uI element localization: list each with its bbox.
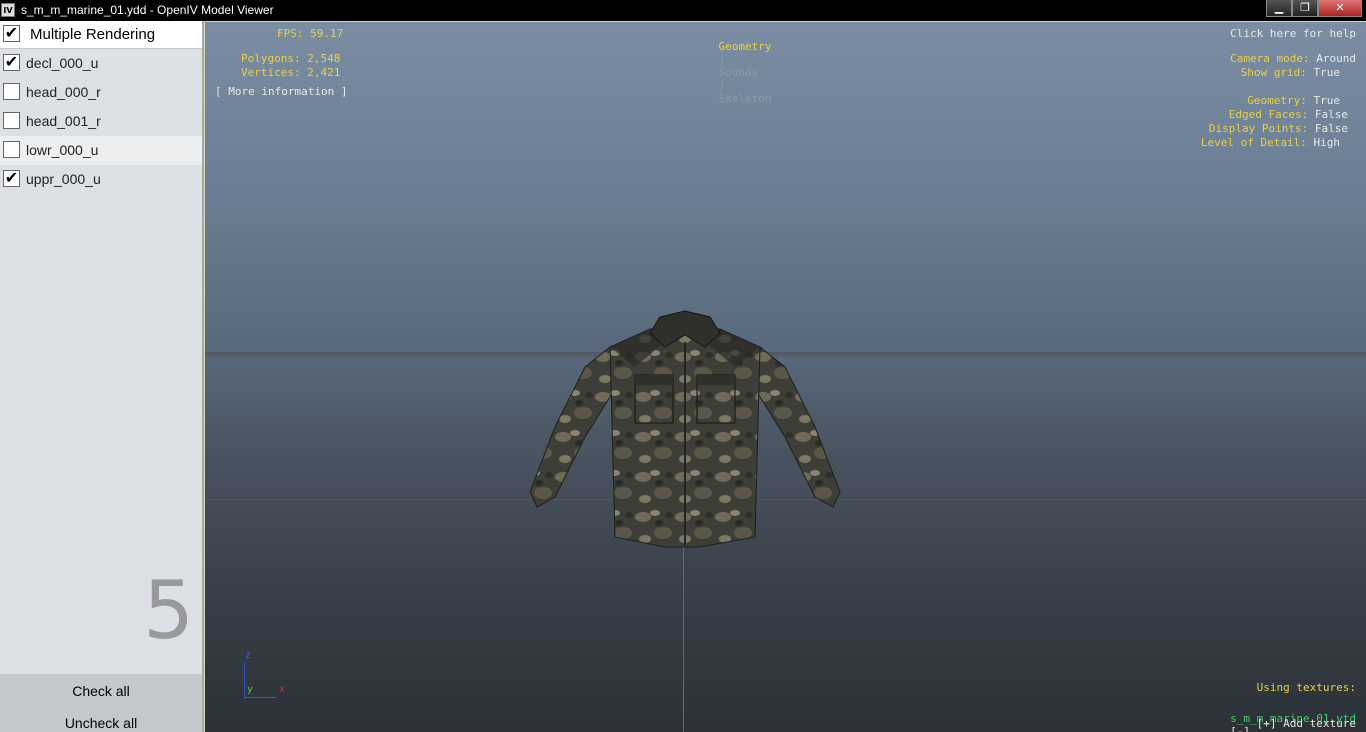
axis-gizmo: z y x — [243, 650, 286, 702]
list-item[interactable]: head_001_r — [0, 107, 202, 136]
geometry-setting[interactable]: Geometry: True — [1247, 94, 1340, 107]
multiple-rendering-checkbox[interactable]: ✔ — [3, 25, 20, 42]
vertices-readout: Vertices: 2,421 — [241, 66, 341, 79]
list-item[interactable]: head_000_r — [0, 78, 202, 107]
item-checkbox[interactable] — [3, 141, 20, 158]
multiple-rendering-toggle[interactable]: ✔ Multiple Rendering — [0, 21, 202, 49]
z-axis-label: z — [245, 650, 252, 661]
polygons-readout: Polygons: 2,548 — [241, 52, 341, 65]
viewer-settings: Click here for help Camera mode: Around … — [1056, 22, 1356, 152]
uncheck-all-button[interactable]: Uncheck all — [0, 715, 202, 731]
render-list-panel: ✔ Multiple Rendering ✔ decl_000_u head_0… — [0, 21, 204, 732]
help-link[interactable]: Click here for help — [1230, 27, 1356, 40]
item-checkbox[interactable] — [3, 112, 20, 129]
list-item[interactable]: ✔ decl_000_u — [0, 49, 202, 78]
item-label: lowr_000_u — [26, 142, 99, 158]
tab-geometry[interactable]: Geometry — [719, 40, 772, 53]
window-controls: ▁ ❐ ✕ — [1266, 0, 1362, 18]
multiple-rendering-label: Multiple Rendering — [30, 26, 156, 43]
list-item[interactable]: lowr_000_u — [0, 136, 202, 165]
item-label: uppr_000_u — [26, 171, 101, 187]
x-axis-label: x — [279, 684, 286, 695]
tab-sounds[interactable]: Sounds — [719, 66, 759, 79]
remove-texture-button[interactable]: [-] — [1230, 725, 1250, 732]
maximize-button[interactable]: ❐ — [1292, 0, 1318, 17]
item-checkbox[interactable]: ✔ — [3, 54, 20, 71]
item-checkbox[interactable]: ✔ — [3, 170, 20, 187]
using-textures-label: Using textures: — [1256, 681, 1356, 694]
tab-separator: | — [718, 79, 726, 92]
panel-buttons: Check all Uncheck all — [0, 674, 202, 732]
minimize-button[interactable]: ▁ — [1266, 0, 1292, 17]
item-checkbox[interactable] — [3, 83, 20, 100]
y-axis-label: y — [247, 684, 254, 695]
tab-separator: | — [718, 53, 726, 66]
close-button[interactable]: ✕ — [1318, 0, 1362, 17]
selected-count: 5 — [143, 564, 194, 657]
level-of-detail-setting[interactable]: Level of Detail: High — [1201, 136, 1340, 149]
list-item[interactable]: ✔ uppr_000_u — [0, 165, 202, 194]
title-bar: IV s_m_m_marine_01.ydd - OpenIV Model Vi… — [0, 0, 1366, 21]
drawable-list: ✔ decl_000_u head_000_r head_001_r lowr_… — [0, 49, 202, 194]
display-points-setting[interactable]: Display Points: False — [1209, 122, 1348, 135]
edged-faces-setting[interactable]: Edged Faces: False — [1229, 108, 1348, 121]
window-title: s_m_m_marine_01.ydd - OpenIV Model Viewe… — [21, 3, 274, 17]
fps-readout: FPS: 59.17 — [277, 27, 344, 40]
show-grid-setting[interactable]: Show grid: True — [1241, 66, 1340, 79]
camera-mode-setting[interactable]: Camera mode: Around — [1230, 52, 1356, 65]
item-label: decl_000_u — [26, 55, 99, 71]
tab-skeleton[interactable]: Skeleton — [719, 92, 772, 105]
jacket-model — [529, 310, 841, 548]
view-tabs: Geometry | Sounds | Skeleton — [692, 27, 772, 118]
add-texture-button[interactable]: [+] Add texture — [1257, 717, 1356, 730]
check-all-button[interactable]: Check all — [0, 683, 202, 699]
item-label: head_001_r — [26, 113, 101, 129]
openiv-app-icon: IV — [1, 3, 15, 17]
more-information-link[interactable]: [ More information ] — [215, 85, 347, 98]
item-label: head_000_r — [26, 84, 101, 100]
model-viewport[interactable]: FPS: 59.17 Polygons: 2,548 Vertices: 2,4… — [204, 21, 1366, 732]
